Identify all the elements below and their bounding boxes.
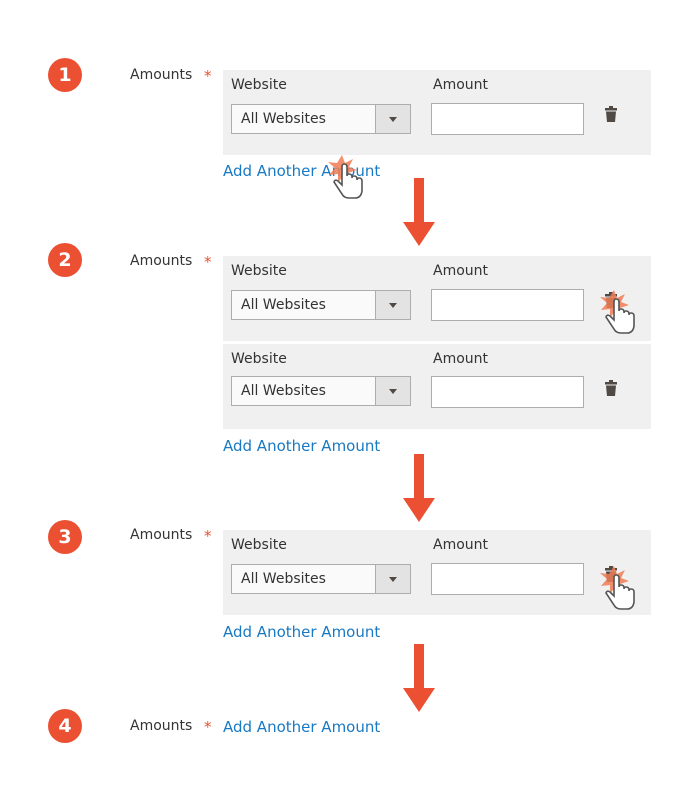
amount-row: Website Amount All Websites: [223, 344, 651, 429]
amount-row: Website Amount All Websites: [223, 530, 651, 615]
amount-input[interactable]: [431, 103, 584, 135]
amount-row: Website Amount All Websites: [223, 70, 651, 155]
website-label: Website: [231, 263, 287, 279]
arrow-down-icon: [403, 644, 435, 712]
add-another-amount-link[interactable]: Add Another Amount: [223, 623, 380, 641]
dropdown-button[interactable]: [375, 291, 410, 319]
dropdown-button[interactable]: [375, 377, 410, 405]
amount-label: Amount: [433, 77, 489, 93]
website-select[interactable]: All Websites: [231, 104, 411, 134]
add-another-amount-link[interactable]: Add Another Amount: [223, 718, 380, 736]
chevron-down-icon: [389, 303, 397, 308]
website-select[interactable]: All Websites: [231, 564, 411, 594]
website-select[interactable]: All Websites: [231, 290, 411, 320]
required-asterisk: *: [204, 253, 212, 271]
chevron-down-icon: [389, 577, 397, 582]
hand-pointer-icon: [328, 155, 363, 199]
step-badge: 3: [48, 520, 82, 554]
amounts-label: Amounts: [130, 718, 193, 734]
amounts-label: Amounts: [130, 527, 193, 543]
website-select-value: All Websites: [241, 297, 326, 313]
hand-pointer-icon: [600, 566, 635, 610]
dropdown-button[interactable]: [375, 105, 410, 133]
chevron-down-icon: [389, 389, 397, 394]
required-asterisk: *: [204, 527, 212, 545]
trash-icon[interactable]: [605, 380, 617, 396]
required-asterisk: *: [204, 67, 212, 85]
website-select-value: All Websites: [241, 111, 326, 127]
arrow-down-icon: [403, 454, 435, 522]
website-select-value: All Websites: [241, 383, 326, 399]
website-label: Website: [231, 77, 287, 93]
step-badge: 4: [48, 709, 82, 743]
amounts-label: Amounts: [130, 67, 193, 83]
website-label: Website: [231, 537, 287, 553]
website-label: Website: [231, 351, 287, 367]
amount-input[interactable]: [431, 376, 584, 408]
amount-label: Amount: [433, 537, 489, 553]
step-badge: 1: [48, 58, 82, 92]
add-another-amount-link[interactable]: Add Another Amount: [223, 437, 380, 455]
chevron-down-icon: [389, 117, 397, 122]
website-select[interactable]: All Websites: [231, 376, 411, 406]
website-select-value: All Websites: [241, 571, 326, 587]
required-asterisk: *: [204, 718, 212, 736]
amounts-label: Amounts: [130, 253, 193, 269]
trash-icon[interactable]: [605, 106, 617, 122]
dropdown-button[interactable]: [375, 565, 410, 593]
step-badge: 2: [48, 243, 82, 277]
amount-input[interactable]: [431, 563, 584, 595]
arrow-down-icon: [403, 178, 435, 246]
hand-pointer-icon: [600, 290, 635, 334]
amount-label: Amount: [433, 351, 489, 367]
amount-row: Website Amount All Websites: [223, 256, 651, 341]
amount-label: Amount: [433, 263, 489, 279]
amount-input[interactable]: [431, 289, 584, 321]
